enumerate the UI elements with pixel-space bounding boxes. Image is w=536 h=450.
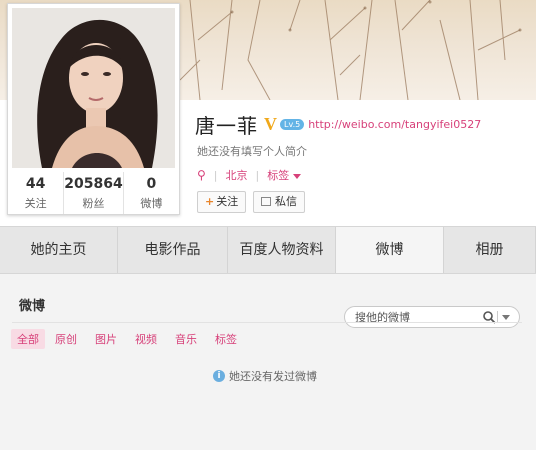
- stat-value: 205864: [64, 176, 123, 192]
- feed-divider: [12, 322, 522, 323]
- profile-intro: 她还没有填写个人简介: [197, 145, 307, 158]
- follow-label: 关注: [216, 195, 239, 208]
- stat-value: 0: [146, 176, 157, 192]
- feed-filters: 全部 原创 图片 视频 音乐 标签: [11, 329, 255, 349]
- meta-divider: |: [255, 168, 260, 182]
- tab-home[interactable]: 她的主页: [0, 227, 118, 273]
- filter-images[interactable]: 图片: [95, 331, 117, 347]
- empty-feed-message: i 她还没有发过微博: [213, 368, 317, 384]
- profile-tabs: 她的主页 电影作品 百度人物资料 微博 相册: [0, 226, 536, 274]
- name-row: 唐一菲 V Lv.5 http://weibo.com/tangyifei052…: [195, 112, 481, 138]
- tab-album[interactable]: 相册: [444, 227, 536, 273]
- stat-following[interactable]: 44 关注: [8, 172, 65, 214]
- chevron-down-icon: [293, 173, 302, 179]
- stats-row: 44 关注 205864 粉丝 0 微博: [8, 172, 179, 214]
- filter-music[interactable]: 音乐: [175, 331, 197, 347]
- chevron-down-icon[interactable]: [502, 315, 510, 320]
- location-link[interactable]: 北京: [226, 167, 248, 183]
- profile-name: 唐一菲: [195, 113, 258, 138]
- filter-all[interactable]: 全部: [11, 329, 45, 349]
- filter-original[interactable]: 原创: [55, 331, 77, 347]
- tab-weibo[interactable]: 微博: [336, 227, 444, 273]
- tags-label: 标签: [267, 169, 290, 182]
- tags-dropdown[interactable]: 标签: [267, 167, 302, 183]
- stat-value: 44: [25, 176, 46, 192]
- avatar[interactable]: [12, 8, 175, 168]
- level-badge[interactable]: Lv.5: [280, 118, 305, 130]
- message-label: 私信: [275, 195, 297, 208]
- info-icon: i: [213, 370, 225, 382]
- location-pin-icon: ⚲: [197, 168, 206, 182]
- tab-films[interactable]: 电影作品: [118, 227, 228, 273]
- envelope-icon: [261, 197, 271, 206]
- profile-meta: ⚲ | 北京 | 标签: [197, 167, 302, 183]
- follow-button[interactable]: + 关注: [197, 191, 247, 213]
- tab-baidu-profile[interactable]: 百度人物资料: [228, 227, 336, 273]
- message-button[interactable]: 私信: [253, 191, 305, 213]
- stat-posts[interactable]: 0 微博: [124, 172, 179, 214]
- stat-label: 微博: [140, 197, 163, 210]
- plus-icon: +: [205, 195, 215, 208]
- feed-search: [344, 306, 520, 328]
- filter-tags[interactable]: 标签: [215, 331, 237, 347]
- verified-icon[interactable]: V: [264, 114, 277, 135]
- stat-followers[interactable]: 205864 粉丝: [64, 172, 124, 214]
- stat-label: 粉丝: [82, 197, 105, 210]
- profile-url-link[interactable]: http://weibo.com/tangyifei0527: [308, 118, 481, 131]
- stat-label: 关注: [24, 197, 47, 210]
- avatar-card: 44 关注 205864 粉丝 0 微博: [7, 3, 180, 215]
- feed-title: 微博: [19, 299, 46, 314]
- meta-divider: |: [213, 168, 218, 182]
- empty-feed-text: 她还没有发过微博: [229, 370, 317, 383]
- filter-videos[interactable]: 视频: [135, 331, 157, 347]
